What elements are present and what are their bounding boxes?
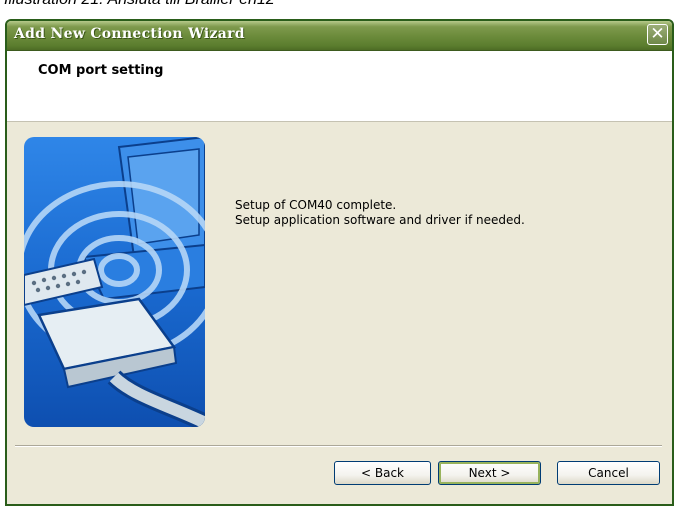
page-title: COM port setting (38, 63, 164, 78)
wizard-illustration (24, 137, 205, 427)
close-button[interactable]: ✕ (647, 24, 668, 45)
wizard-content: Setup of COM40 complete. Setup applicati… (7, 122, 672, 444)
window-title: Add New Connection Wizard (14, 26, 245, 42)
back-button[interactable]: < Back (334, 461, 431, 485)
serial-connector-icon (24, 137, 205, 427)
title-bar[interactable]: Add New Connection Wizard ✕ (7, 21, 672, 51)
wizard-window: Add New Connection Wizard ✕ COM port set… (5, 19, 674, 506)
wizard-header: COM port setting (7, 51, 672, 122)
document-caption: Illustration 21: Ansluta till Brailler e… (4, 0, 275, 9)
status-message: Setup of COM40 complete. Setup applicati… (235, 198, 525, 228)
status-line-2: Setup application software and driver if… (235, 213, 525, 227)
cancel-button[interactable]: Cancel (557, 461, 660, 485)
footer-divider (15, 445, 662, 447)
status-line-1: Setup of COM40 complete. (235, 198, 397, 212)
next-button[interactable]: Next > (438, 461, 541, 485)
